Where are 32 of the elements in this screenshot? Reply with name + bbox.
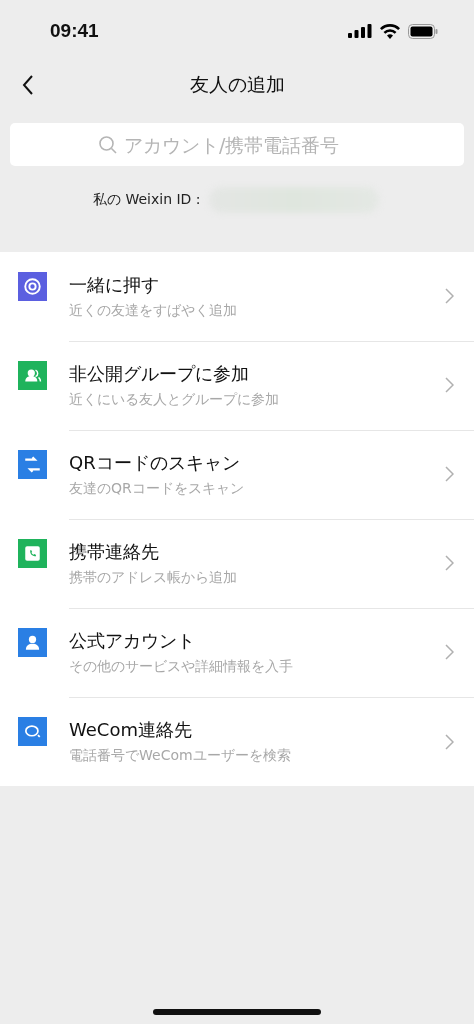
chevron-icon [444,555,454,571]
item-subtitle: その他のサービスや詳細情報を入手 [69,657,294,676]
wifi-icon [380,23,400,39]
battery-icon [408,23,438,39]
item-title: 公式アカウント [69,628,196,653]
chevron-icon [444,377,454,393]
item-subtitle: 友達のQRコードをスキャン [69,479,245,498]
item-subtitle: 携帯のアドレス帳から追加 [69,568,238,587]
chevron-icon [444,288,454,304]
status-time: 09:41 [50,20,99,42]
item-subtitle: 電話番号でWeComユーザーを検索 [69,747,292,765]
menu-item[interactable]: 非公開グループに参加 近くにいる友人とグループに参加 [0,341,474,430]
item-title: 携帯連絡先 [69,539,160,564]
item-title: QRコードのスキャン [69,450,241,475]
menu-item[interactable]: 携帯連絡先 携帯のアドレス帳から追加 [0,519,474,608]
item-subtitle: 近くの友達をすばやく追加 [69,301,238,320]
item-title: 非公開グループに参加 [69,361,250,386]
weixin-id-label: 私の Weixin ID : [93,191,201,209]
menu-item[interactable]: 公式アカウント その他のサービスや詳細情報を入手 [0,608,474,697]
signal-icon [348,24,372,38]
page-title: 友人の追加 [189,72,285,97]
menu-item[interactable]: WeCom連絡先 電話番号でWeComユーザーを検索 [0,697,474,786]
chevron-icon [444,644,454,660]
search-field[interactable]: アカウント/携帯電話番号 [10,123,464,166]
back-icon[interactable] [22,74,34,96]
item-title: 一緒に押す [69,272,160,297]
chevron-icon [444,733,454,750]
item-subtitle: 近くにいる友人とグループに参加 [69,390,280,409]
menu-item[interactable]: QRコードのスキャン 友達のQRコードをスキャン [0,430,474,519]
chevron-icon [444,466,454,482]
item-title: WeCom連絡先 [69,718,193,742]
menu-item[interactable]: 一緒に押す 近くの友達をすばやく追加 [0,252,474,341]
